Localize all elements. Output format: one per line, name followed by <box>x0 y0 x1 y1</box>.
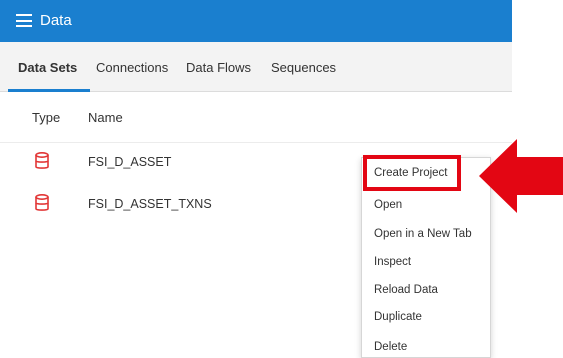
tab-connections[interactable]: Connections <box>96 60 168 75</box>
tab-data-flows[interactable]: Data Flows <box>186 60 251 75</box>
row-name: FSI_D_ASSET_TXNS <box>88 197 212 211</box>
menu-item-open-new-tab[interactable]: Open in a New Tab <box>374 228 472 240</box>
hamburger-menu-icon[interactable] <box>16 14 32 27</box>
row-name: FSI_D_ASSET <box>88 155 172 169</box>
tab-bar: Data Sets Connections Data Flows Sequenc… <box>0 42 512 92</box>
tab-sequences[interactable]: Sequences <box>271 60 336 75</box>
menu-item-reload-data[interactable]: Reload Data <box>374 284 438 296</box>
header-divider <box>0 142 512 143</box>
menu-item-delete[interactable]: Delete <box>374 341 407 353</box>
column-header-name[interactable]: Name <box>88 110 123 125</box>
highlight-box <box>363 155 461 191</box>
menu-item-inspect[interactable]: Inspect <box>374 256 411 268</box>
menu-item-duplicate[interactable]: Duplicate <box>374 311 422 323</box>
top-bar: Data <box>0 0 512 42</box>
menu-item-open[interactable]: Open <box>374 199 402 211</box>
database-icon <box>35 152 49 169</box>
active-tab-indicator <box>8 89 90 92</box>
column-header-type: Type <box>32 110 61 125</box>
tab-data-sets[interactable]: Data Sets <box>18 60 77 75</box>
page-title: Data <box>40 12 72 29</box>
red-arrow-icon <box>479 139 563 213</box>
database-icon <box>35 194 49 211</box>
